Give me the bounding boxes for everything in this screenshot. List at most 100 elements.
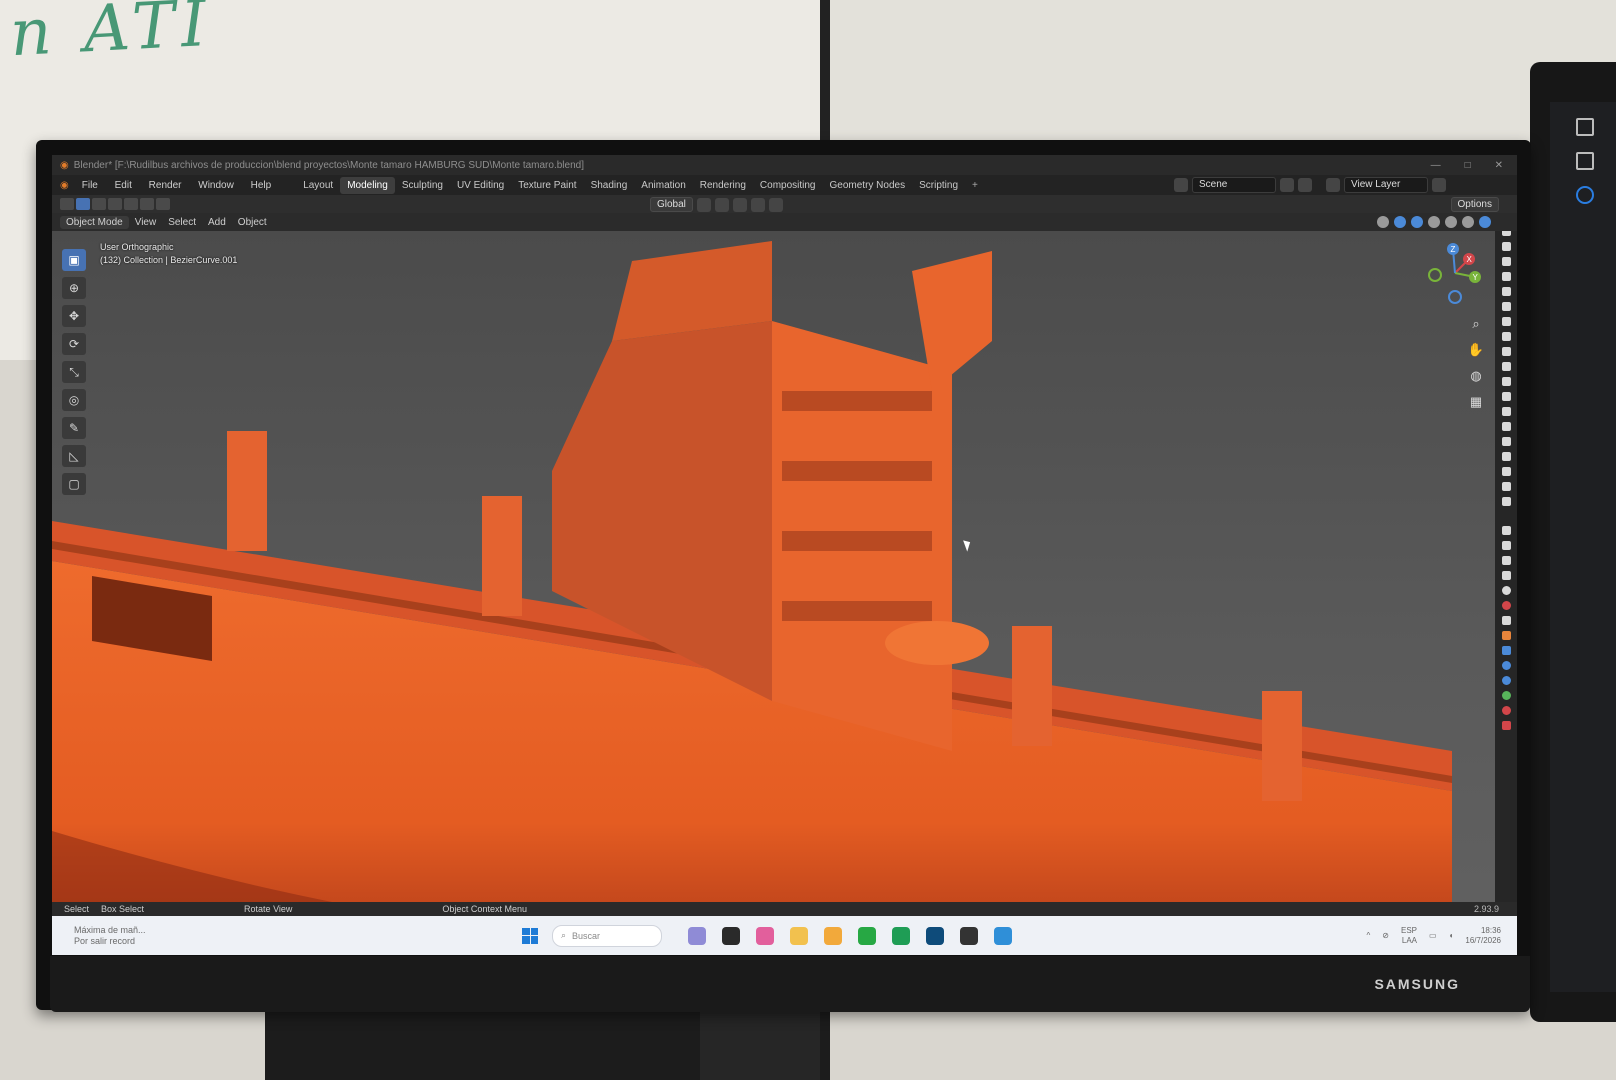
tab-sculpting[interactable]: Sculpting: [395, 177, 450, 194]
menu-object[interactable]: Object: [232, 217, 273, 228]
scene-copy-icon[interactable]: [1280, 178, 1294, 192]
camera-icon[interactable]: [1501, 332, 1511, 341]
particle-properties-icon[interactable]: [1501, 661, 1511, 670]
widgets-icon[interactable]: [688, 926, 706, 945]
orientation-dropdown[interactable]: Global: [650, 197, 693, 212]
cursor-tool-icon[interactable]: ⊕: [62, 277, 86, 299]
scale-tool-icon[interactable]: ⤡: [62, 361, 86, 383]
menu-render[interactable]: Render: [142, 180, 189, 191]
windows-start-icon[interactable]: [522, 927, 538, 944]
camera-icon[interactable]: [1501, 257, 1511, 266]
solid-shading-icon[interactable]: [1462, 216, 1474, 228]
tab-rendering[interactable]: Rendering: [693, 177, 753, 194]
copilot-icon[interactable]: [756, 926, 774, 945]
tab-scripting[interactable]: Scripting: [912, 177, 965, 194]
taskbar-search[interactable]: ⌕ Buscar: [552, 924, 662, 947]
scene-close-icon[interactable]: [1298, 178, 1312, 192]
app-icon[interactable]: [926, 926, 944, 945]
pivot-icon[interactable]: [696, 197, 711, 212]
tab-geometry-nodes[interactable]: Geometry Nodes: [823, 177, 913, 194]
tab-texture-paint[interactable]: Texture Paint: [511, 177, 583, 194]
collection-properties-icon[interactable]: [1501, 616, 1511, 625]
photos-icon[interactable]: [994, 926, 1012, 945]
transform-tool-icon[interactable]: ◎: [62, 389, 86, 411]
gizmo-toggle-icon[interactable]: [1394, 216, 1406, 228]
object-properties-icon[interactable]: [1501, 631, 1511, 640]
measure-tool-icon[interactable]: ◺: [62, 445, 86, 467]
menu-edit[interactable]: Edit: [108, 180, 139, 191]
3d-viewport[interactable]: User Orthographic (132) Collection | Bez…: [52, 231, 1517, 935]
camera-icon[interactable]: [1501, 467, 1511, 476]
menu-window[interactable]: Window: [191, 180, 241, 191]
material-shading-icon[interactable]: [1479, 216, 1491, 228]
camera-icon[interactable]: [1501, 497, 1511, 506]
select-box-tool-icon[interactable]: ▣: [62, 249, 86, 271]
camera-icon[interactable]: [1501, 362, 1511, 371]
tab-layout[interactable]: Layout: [296, 177, 340, 194]
pan-hand-icon[interactable]: ✋: [1467, 341, 1485, 359]
chrome-icon[interactable]: [858, 926, 876, 945]
wireframe-shading-icon[interactable]: [1445, 216, 1457, 228]
options-dropdown[interactable]: Options: [1450, 197, 1499, 212]
tab-animation[interactable]: Animation: [634, 177, 692, 194]
camera-icon[interactable]: [1501, 231, 1511, 236]
camera-icon[interactable]: [1501, 287, 1511, 296]
world-properties-icon[interactable]: [1501, 601, 1511, 610]
proportional-edit-icon[interactable]: [750, 197, 765, 212]
add-cube-tool-icon[interactable]: ▢: [62, 473, 86, 495]
menu-file[interactable]: File: [75, 180, 105, 191]
select-mode-icon[interactable]: [76, 198, 90, 210]
rotate-tool-icon[interactable]: ⟳: [62, 333, 86, 355]
menu-add[interactable]: Add: [202, 217, 232, 228]
camera-icon[interactable]: [1501, 317, 1511, 326]
blender-menu-icon[interactable]: ◉: [60, 180, 69, 191]
constraint-properties-icon[interactable]: [1501, 691, 1511, 700]
physics-properties-icon[interactable]: [1501, 676, 1511, 685]
mode-dropdown[interactable]: Object Mode: [60, 215, 129, 229]
tab-compositing[interactable]: Compositing: [753, 177, 823, 194]
add-workspace-button[interactable]: +: [965, 177, 985, 194]
overlay-toggle-icon[interactable]: [1411, 216, 1423, 228]
blender-app-icon[interactable]: [824, 926, 842, 945]
xray-icon[interactable]: [1428, 216, 1440, 228]
annotate-tool-icon[interactable]: ✎: [62, 417, 86, 439]
view-layer-properties-icon[interactable]: [1501, 571, 1511, 580]
camera-icon[interactable]: [1501, 422, 1511, 431]
terminal-icon[interactable]: [960, 926, 978, 945]
mode-set-icon[interactable]: [92, 198, 106, 210]
tool-settings-icon[interactable]: [60, 198, 74, 210]
taskbar-notification[interactable]: Máxima de mañ... Por salir record: [74, 925, 194, 947]
menu-select[interactable]: Select: [162, 217, 202, 228]
spreadsheet-app-icon[interactable]: [892, 926, 910, 945]
close-button[interactable]: ✕: [1495, 160, 1503, 171]
volume-icon[interactable]: ◖: [1449, 931, 1454, 940]
camera-icon[interactable]: [1501, 407, 1511, 416]
menu-help[interactable]: Help: [244, 180, 279, 191]
move-tool-icon[interactable]: ✥: [62, 305, 86, 327]
tray-chevron-icon[interactable]: ^: [1367, 931, 1371, 940]
camera-icon[interactable]: [1501, 242, 1511, 251]
view-layer-icon[interactable]: [1326, 178, 1340, 192]
file-explorer-icon[interactable]: [790, 926, 808, 945]
camera-icon[interactable]: [1501, 452, 1511, 461]
scene-field[interactable]: Scene: [1192, 177, 1276, 193]
grid-perspective-icon[interactable]: ▦: [1467, 393, 1485, 411]
zoom-icon[interactable]: ⌕: [1467, 315, 1485, 333]
tool-properties-icon[interactable]: [1501, 526, 1511, 535]
scene-properties-icon[interactable]: [1501, 586, 1511, 595]
camera-icon[interactable]: [1501, 392, 1511, 401]
display-icon[interactable]: ▭: [1429, 931, 1437, 940]
snap-target-icon[interactable]: [732, 197, 747, 212]
view-layer-field[interactable]: View Layer: [1344, 177, 1428, 193]
camera-icon[interactable]: [1501, 302, 1511, 311]
tab-modeling[interactable]: Modeling: [340, 176, 395, 194]
view-layer-copy-icon[interactable]: [1432, 178, 1446, 192]
language-indicator[interactable]: ESP LAA: [1401, 926, 1417, 946]
camera-icon[interactable]: [1501, 347, 1511, 356]
tab-uv-editing[interactable]: UV Editing: [450, 177, 511, 194]
visibility-icon[interactable]: [1377, 216, 1389, 228]
camera-icon[interactable]: [1501, 272, 1511, 281]
tab-shading[interactable]: Shading: [584, 177, 635, 194]
render-properties-icon[interactable]: [1501, 541, 1511, 550]
texture-properties-icon[interactable]: [1501, 721, 1511, 730]
